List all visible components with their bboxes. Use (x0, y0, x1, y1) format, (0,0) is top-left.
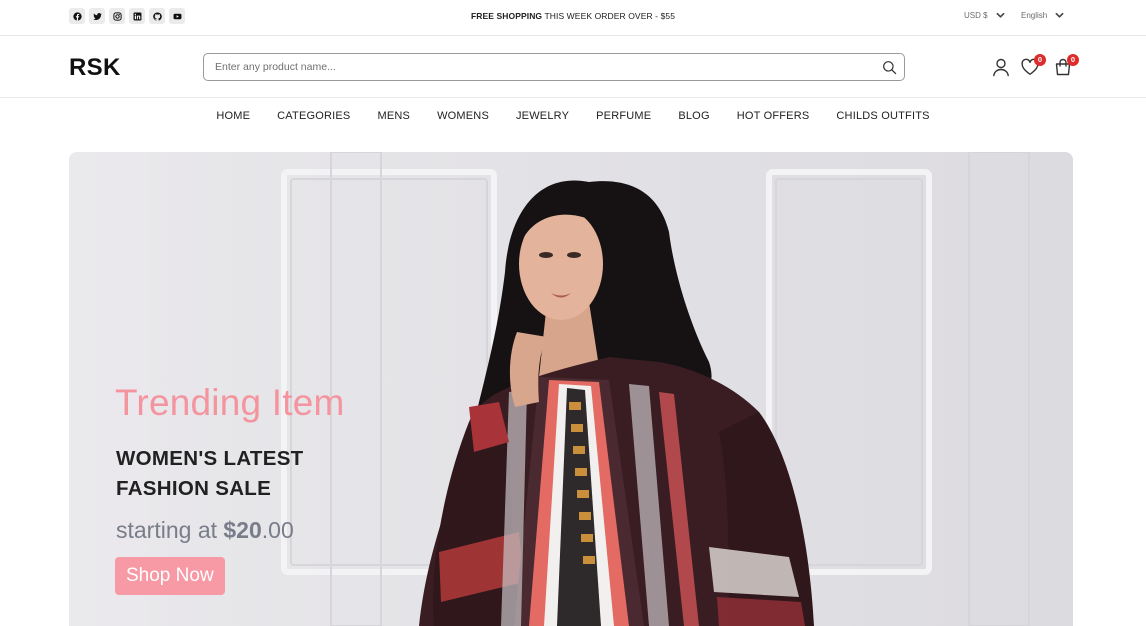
language-label: English (1021, 11, 1048, 20)
cart-button[interactable]: 0 (1053, 54, 1079, 77)
banner-price: starting at $20.00 (116, 517, 294, 544)
nav-item-mens[interactable]: MENS (364, 110, 424, 122)
top-bar: FREE SHOPPING THIS WEEK ORDER OVER - $55… (0, 0, 1146, 36)
search-box (203, 53, 905, 81)
nav-item-home[interactable]: HOME (203, 110, 264, 122)
nav-item-blog[interactable]: BLOG (665, 110, 723, 122)
banner-title: WOMEN'S LATEST FASHION SALE (116, 447, 304, 500)
nav-item-childs-outfits[interactable]: CHILDS OUTFITS (823, 110, 943, 122)
main-nav: HOME CATEGORIES MENS WOMENS JEWELRY PERF… (0, 110, 1146, 122)
main-header: RSK 0 0 (0, 37, 1146, 98)
chevron-down-icon (996, 12, 1005, 18)
nav-item-jewelry[interactable]: JEWELRY (502, 110, 582, 122)
cart-count-badge: 0 (1067, 54, 1079, 66)
logo[interactable]: RSK (69, 54, 121, 82)
price-amount: $20 (223, 517, 262, 543)
promo-text: THIS WEEK ORDER OVER - $55 (542, 11, 676, 21)
nav-item-categories[interactable]: CATEGORIES (264, 110, 364, 122)
user-icon[interactable] (991, 57, 1011, 77)
currency-label: USD $ (964, 11, 988, 20)
wishlist-count-badge: 0 (1034, 54, 1046, 66)
shop-now-button[interactable]: Shop Now (115, 557, 225, 595)
banner-subtitle: Trending Item (115, 382, 345, 423)
search-input[interactable] (204, 54, 864, 80)
search-icon[interactable] (882, 60, 897, 75)
nav-item-hot-offers[interactable]: HOT OFFERS (723, 110, 823, 122)
language-select[interactable]: English (1021, 11, 1064, 20)
nav-item-womens[interactable]: WOMENS (424, 110, 503, 122)
currency-select[interactable]: USD $ (964, 11, 1005, 20)
price-prefix: starting at (116, 517, 224, 543)
hero-banner: Trending Item WOMEN'S LATEST FASHION SAL… (69, 152, 1073, 626)
nav-item-perfume[interactable]: PERFUME (583, 110, 665, 122)
price-cents: .00 (261, 517, 294, 543)
chevron-down-icon (1055, 12, 1064, 18)
promo-bold-text: FREE SHOPPING (470, 11, 543, 21)
wishlist-button[interactable]: 0 (1020, 54, 1046, 77)
